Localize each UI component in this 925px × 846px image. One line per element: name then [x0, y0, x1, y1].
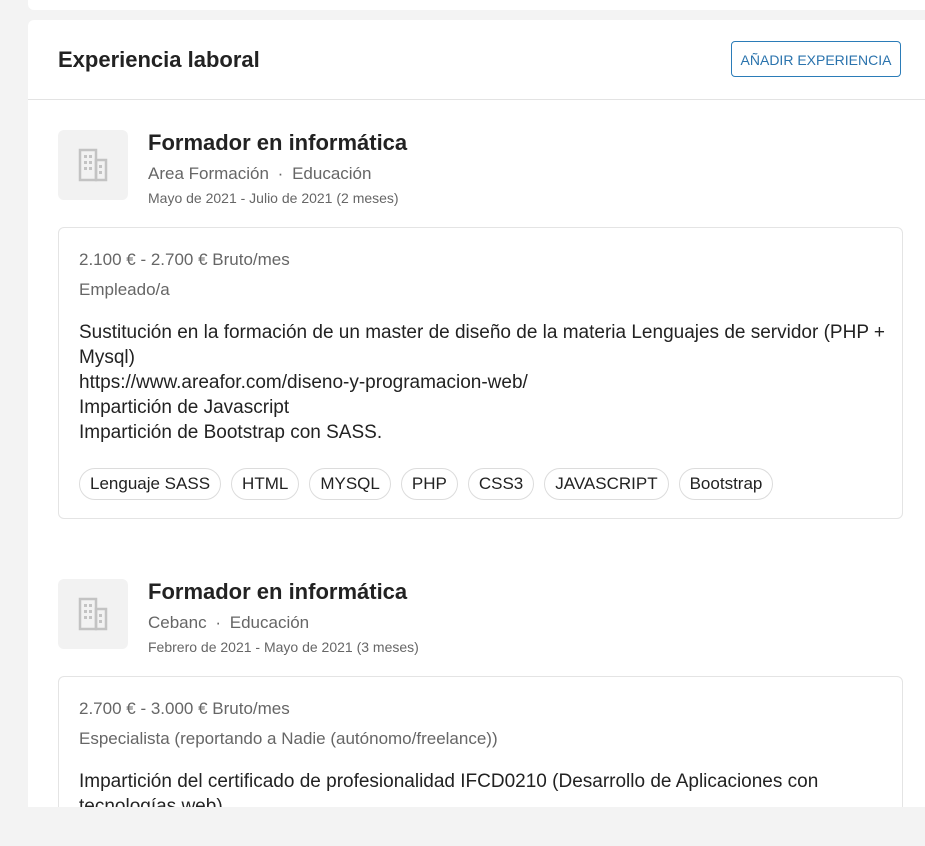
salary: 2.100 € - 2.700 € Bruto/mes [79, 250, 290, 269]
contract-type: Especialista (reportando a Nadie (autóno… [79, 729, 498, 748]
separator: · [215, 613, 222, 632]
building-icon [78, 597, 108, 631]
company-line: Cebanc · Educación [148, 613, 309, 633]
skill-tag[interactable]: HTML [231, 468, 300, 500]
company-name[interactable]: Area Formación [148, 164, 269, 183]
sector: Educación [292, 164, 372, 183]
skill-tag[interactable]: JAVASCRIPT [544, 468, 669, 500]
skill-tag[interactable]: MYSQL [309, 468, 391, 500]
contract-type: Empleado/a [79, 280, 170, 299]
job-title[interactable]: Formador en informática [148, 130, 407, 156]
skill-tags: Lenguaje SASS HTML MYSQL PHP CSS3 JAVASC… [79, 468, 774, 500]
date-range: Febrero de 2021 - Mayo de 2021 (3 meses) [148, 639, 419, 655]
section-title: Experiencia laboral [58, 47, 260, 72]
company-line: Area Formación · Educación [148, 164, 371, 184]
skill-tag[interactable]: CSS3 [467, 468, 535, 500]
salary: 2.700 € - 3.000 € Bruto/mes [79, 699, 290, 718]
skill-tag[interactable]: Lenguaje SASS [79, 468, 222, 500]
job-title[interactable]: Formador en informática [148, 579, 407, 605]
previous-card [28, 0, 925, 10]
experience-details: 2.700 € - 3.000 € Bruto/mes Especialista… [58, 676, 903, 807]
job-description: Impartición del certificado de profesion… [79, 771, 819, 807]
building-icon [78, 148, 108, 182]
work-experience-card: Experiencia laboral AÑADIR EXPERIENCIA F… [28, 20, 925, 807]
experience-details: 2.100 € - 2.700 € Bruto/mes Empleado/a S… [58, 227, 903, 519]
company-logo [58, 579, 128, 649]
company-logo [58, 130, 128, 200]
separator: · [277, 164, 284, 183]
job-description: Sustitución en la formación de un master… [79, 322, 886, 443]
skill-tag[interactable]: PHP [400, 468, 458, 500]
date-range: Mayo de 2021 - Julio de 2021 (2 meses) [148, 190, 399, 206]
skill-tag[interactable]: Bootstrap [678, 468, 774, 500]
company-name[interactable]: Cebanc [148, 613, 207, 632]
section-header: Experiencia laboral AÑADIR EXPERIENCIA [28, 20, 925, 100]
add-experience-button[interactable]: AÑADIR EXPERIENCIA [731, 41, 901, 77]
sector: Educación [229, 613, 310, 632]
